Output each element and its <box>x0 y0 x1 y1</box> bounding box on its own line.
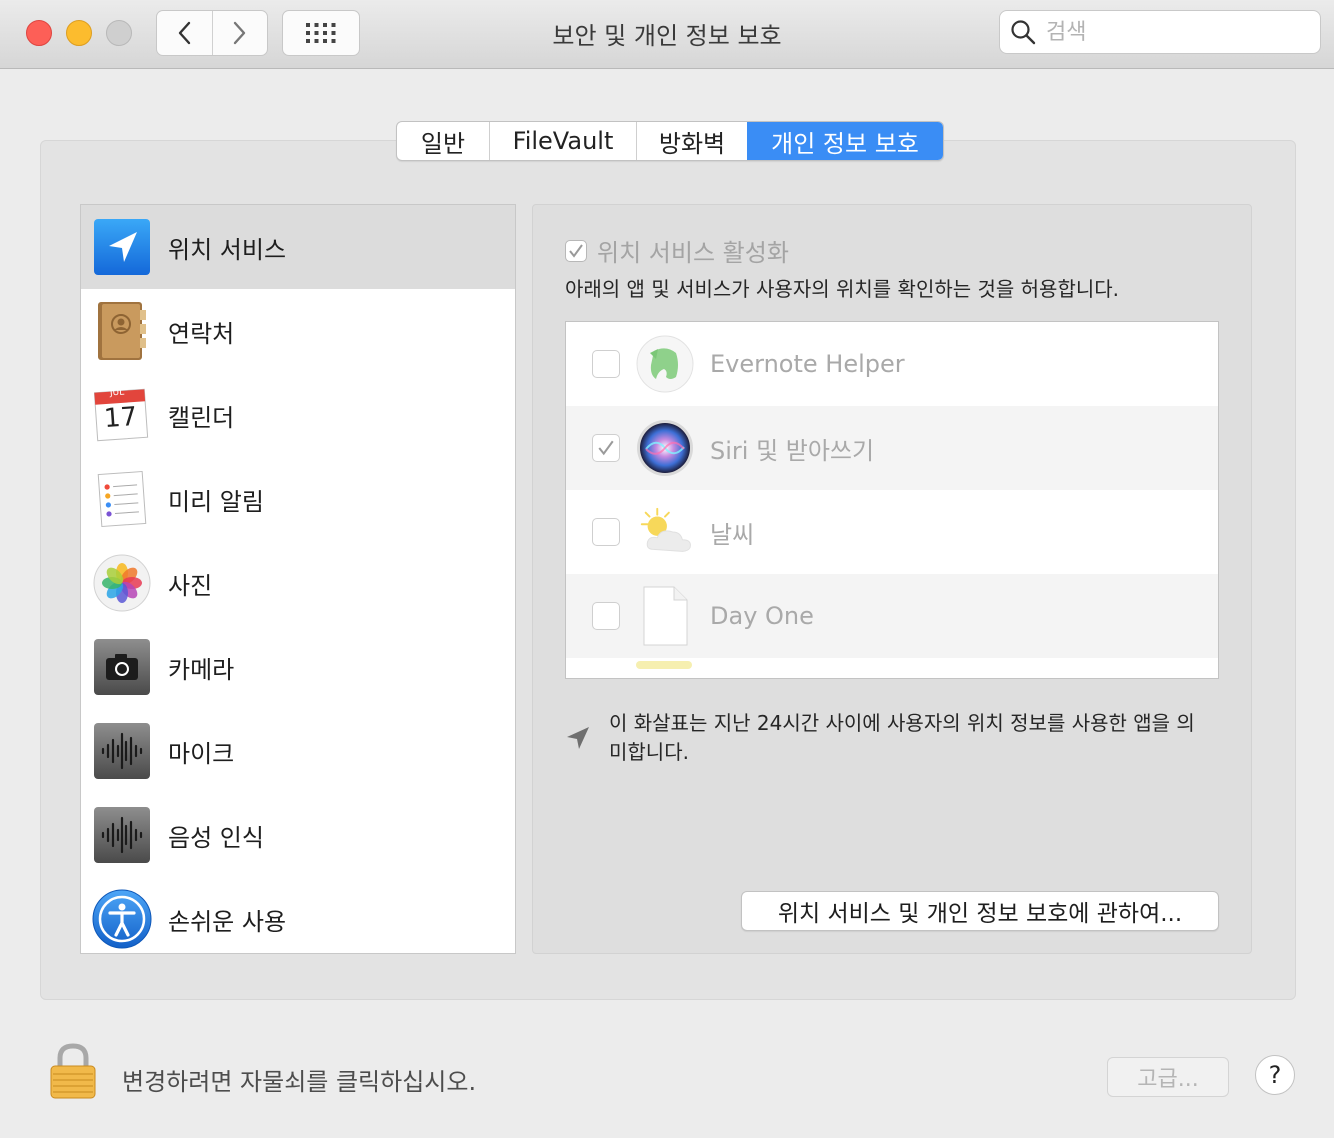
help-button[interactable]: ? <box>1255 1055 1295 1095</box>
list-item[interactable]: Day One <box>566 574 1218 658</box>
list-item-partial <box>566 658 1218 678</box>
accessibility-icon <box>92 889 152 949</box>
sidebar-item-label: 카메라 <box>168 655 235 684</box>
blank-document-icon <box>636 586 694 646</box>
checkmark-icon <box>598 440 614 456</box>
app-name: Day One <box>710 602 814 630</box>
microphone-waveform-icon <box>92 721 152 781</box>
calendar-icon: JUL 17 <box>92 385 152 445</box>
tab-filevault[interactable]: FileVault <box>489 122 636 160</box>
app-name: 날씨 <box>710 520 755 549</box>
sidebar-item-contacts[interactable]: 연락처 <box>81 289 515 373</box>
location-arrow-note: 이 화살표는 지난 24시간 사이에 사용자의 위치 정보를 사용한 앱을 의미… <box>565 709 1209 767</box>
location-services-pane: 위치 서비스 활성화 아래의 앱 및 서비스가 사용자의 위치를 확인하는 것을… <box>532 204 1252 954</box>
sidebar-item-label: 위치 서비스 <box>168 235 287 264</box>
app-checkbox[interactable] <box>592 350 620 378</box>
partial-app-icon <box>636 661 692 669</box>
weather-sun-cloud-icon <box>636 503 694 561</box>
siri-icon <box>636 419 694 477</box>
sidebar-item-label: 마이크 <box>168 739 235 768</box>
sidebar-item-label: 캘린더 <box>168 403 235 432</box>
lock-instruction: 변경하려면 자물쇠를 클릭하십시오. <box>122 1068 477 1096</box>
location-arrow-icon <box>92 217 152 277</box>
photos-icon <box>92 553 152 613</box>
sidebar-item-calendar[interactable]: JUL 17 캘린더 <box>81 373 515 457</box>
app-checkbox[interactable] <box>592 434 620 462</box>
sidebar-item-camera[interactable]: 카메라 <box>81 625 515 709</box>
sidebar-item-label: 미리 알림 <box>168 487 264 516</box>
app-name: Evernote Helper <box>710 350 905 378</box>
app-location-list[interactable]: Evernote Helper Siri 및 받아쓰기 날씨 Day One <box>565 321 1219 679</box>
camera-icon <box>92 637 152 697</box>
speech-recognition-icon <box>92 805 152 865</box>
enable-location-checkbox[interactable] <box>565 239 587 262</box>
list-item[interactable]: Siri 및 받아쓰기 <box>566 406 1218 490</box>
sidebar-item-label: 음성 인식 <box>168 823 264 852</box>
reminders-icon <box>92 469 152 529</box>
app-name: Siri 및 받아쓰기 <box>710 436 875 465</box>
search-field[interactable] <box>999 10 1321 54</box>
sidebar-item-accessibility[interactable]: 손쉬운 사용 <box>81 877 515 953</box>
lock-icon[interactable] <box>48 1042 98 1104</box>
app-checkbox[interactable] <box>592 602 620 630</box>
list-item[interactable]: Evernote Helper <box>566 322 1218 406</box>
location-arrow-icon <box>565 725 599 767</box>
sidebar-item-reminders[interactable]: 미리 알림 <box>81 457 515 541</box>
search-icon <box>1011 20 1036 45</box>
sidebar-item-label: 연락처 <box>168 319 235 348</box>
evernote-elephant-icon <box>636 335 694 393</box>
advanced-button[interactable]: 고급... <box>1107 1057 1229 1097</box>
enable-location-services[interactable]: 위치 서비스 활성화 <box>565 233 789 268</box>
sidebar-item-photos[interactable]: 사진 <box>81 541 515 625</box>
enable-location-label: 위치 서비스 활성화 <box>597 239 789 267</box>
location-description: 아래의 앱 및 서비스가 사용자의 위치를 확인하는 것을 허용합니다. <box>565 277 1120 301</box>
sidebar-item-label: 사진 <box>168 571 213 600</box>
sidebar-item-speech-recognition[interactable]: 음성 인식 <box>81 793 515 877</box>
search-input[interactable] <box>1044 18 1308 46</box>
tab-general[interactable]: 일반 <box>397 122 489 160</box>
title-bar: 보안 및 개인 정보 보호 <box>0 0 1334 69</box>
sidebar-item-location-services[interactable]: 위치 서비스 <box>81 205 515 289</box>
calendar-month: JUL <box>109 387 125 399</box>
contacts-book-icon <box>92 301 152 361</box>
privacy-category-list[interactable]: 위치 서비스 연락처 JUL 17 캘린더 미리 알림 사진 카메라 마이크 음… <box>80 204 516 954</box>
sidebar-item-label: 손쉬운 사용 <box>168 907 287 936</box>
sidebar-item-microphone[interactable]: 마이크 <box>81 709 515 793</box>
checkmark-icon <box>569 243 583 258</box>
tab-bar: 일반 FileVault 방화벽 개인 정보 보호 <box>396 121 944 161</box>
app-checkbox[interactable] <box>592 518 620 546</box>
tab-firewall[interactable]: 방화벽 <box>636 122 747 160</box>
list-item[interactable]: 날씨 <box>566 490 1218 574</box>
tab-privacy[interactable]: 개인 정보 보호 <box>747 122 943 160</box>
note-text: 이 화살표는 지난 24시간 사이에 사용자의 위치 정보를 사용한 앱을 의미… <box>609 711 1195 764</box>
calendar-day: 17 <box>102 401 139 435</box>
about-location-privacy-button[interactable]: 위치 서비스 및 개인 정보 보호에 관하여... <box>741 891 1219 931</box>
